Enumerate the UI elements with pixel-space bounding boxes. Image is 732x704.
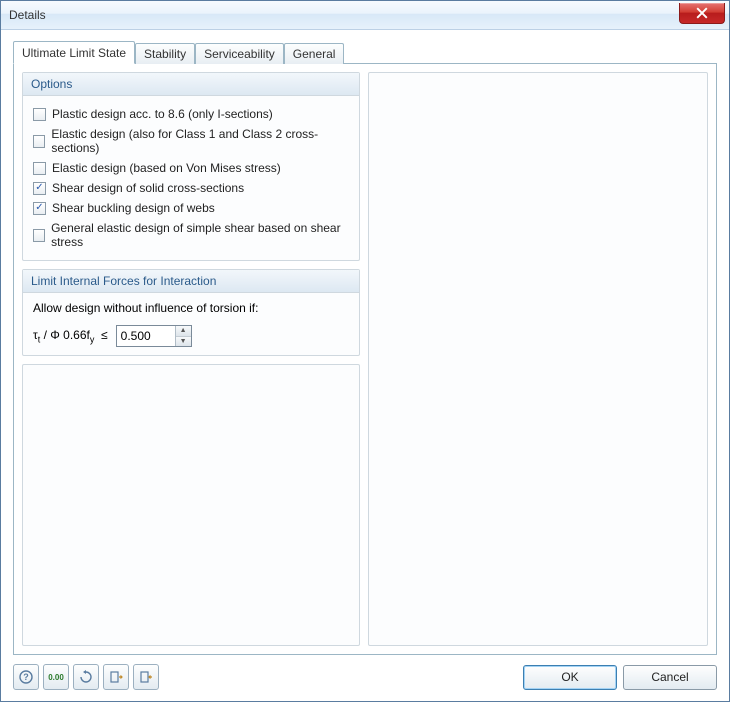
tabstrip: Ultimate Limit State Stability Serviceab… — [13, 42, 717, 63]
spinner-up[interactable]: ▲ — [176, 326, 191, 337]
checkbox-label: Plastic design acc. to 8.6 (only I-secti… — [52, 107, 273, 121]
dialog-window: Details Ultimate Limit State Stability S… — [0, 0, 730, 702]
checkbox-label: General elastic design of simple shear b… — [51, 221, 349, 249]
checkbox-shear-buckling[interactable] — [33, 202, 46, 215]
tab-general[interactable]: General — [284, 43, 345, 64]
checkbox-label: Shear buckling design of webs — [52, 201, 215, 215]
option-row: Shear design of solid cross-sections — [33, 178, 349, 198]
right-panel — [368, 72, 708, 646]
limit-body: Allow design without influence of torsio… — [23, 293, 359, 355]
export-icon — [139, 670, 153, 684]
svg-text:?: ? — [23, 672, 29, 682]
reset-button[interactable] — [73, 664, 99, 690]
window-title: Details — [1, 8, 46, 22]
units-icon: 0.00 — [48, 673, 64, 682]
checkbox-label: Shear design of solid cross-sections — [52, 181, 244, 195]
spinner-down[interactable]: ▼ — [176, 337, 191, 347]
limit-header: Limit Internal Forces for Interaction — [23, 270, 359, 293]
checkbox-plastic-design[interactable] — [33, 108, 46, 121]
checkbox-shear-solid[interactable] — [33, 182, 46, 195]
limit-group: Limit Internal Forces for Interaction Al… — [22, 269, 360, 356]
options-group: Options Plastic design acc. to 8.6 (only… — [22, 72, 360, 261]
close-button[interactable] — [679, 3, 725, 24]
client-area: Ultimate Limit State Stability Serviceab… — [1, 30, 729, 701]
checkbox-elastic-von-mises[interactable] — [33, 162, 46, 175]
limit-row: τt / Φ 0.66fy ≤ ▲ ▼ — [33, 325, 349, 347]
limit-value-input[interactable] — [117, 326, 175, 346]
option-row: Shear buckling design of webs — [33, 198, 349, 218]
option-row: Elastic design (also for Class 1 and Cla… — [33, 124, 349, 158]
tab-ultimate-limit-state[interactable]: Ultimate Limit State — [13, 41, 135, 64]
left-column: Options Plastic design acc. to 8.6 (only… — [22, 72, 360, 646]
spinner-buttons: ▲ ▼ — [175, 326, 191, 346]
help-icon: ? — [19, 670, 33, 684]
tab-stability[interactable]: Stability — [135, 43, 195, 64]
footer: ? 0.00 OK Cancel — [13, 661, 717, 693]
left-filler-panel — [22, 364, 360, 646]
reset-icon — [79, 670, 93, 684]
close-icon — [696, 7, 708, 19]
option-row: Plastic design acc. to 8.6 (only I-secti… — [33, 104, 349, 124]
export-button[interactable] — [133, 664, 159, 690]
tab-serviceability[interactable]: Serviceability — [195, 43, 284, 64]
limit-formula: τt / Φ 0.66fy ≤ — [33, 328, 108, 344]
checkbox-general-elastic-shear[interactable] — [33, 229, 45, 242]
cancel-button[interactable]: Cancel — [623, 665, 717, 690]
help-button[interactable]: ? — [13, 664, 39, 690]
option-row: General elastic design of simple shear b… — [33, 218, 349, 252]
option-row: Elastic design (based on Von Mises stres… — [33, 158, 349, 178]
options-body: Plastic design acc. to 8.6 (only I-secti… — [23, 96, 359, 260]
checkbox-label: Elastic design (based on Von Mises stres… — [52, 161, 281, 175]
units-button[interactable]: 0.00 — [43, 664, 69, 690]
checkbox-elastic-design-class12[interactable] — [33, 135, 45, 148]
checkbox-label: Elastic design (also for Class 1 and Cla… — [51, 127, 349, 155]
limit-spinner: ▲ ▼ — [116, 325, 192, 347]
ok-button[interactable]: OK — [523, 665, 617, 690]
tab-page: Options Plastic design acc. to 8.6 (only… — [13, 63, 717, 655]
titlebar: Details — [1, 1, 729, 30]
import-button[interactable] — [103, 664, 129, 690]
import-icon — [109, 670, 123, 684]
limit-caption: Allow design without influence of torsio… — [33, 301, 349, 315]
options-header: Options — [23, 73, 359, 96]
